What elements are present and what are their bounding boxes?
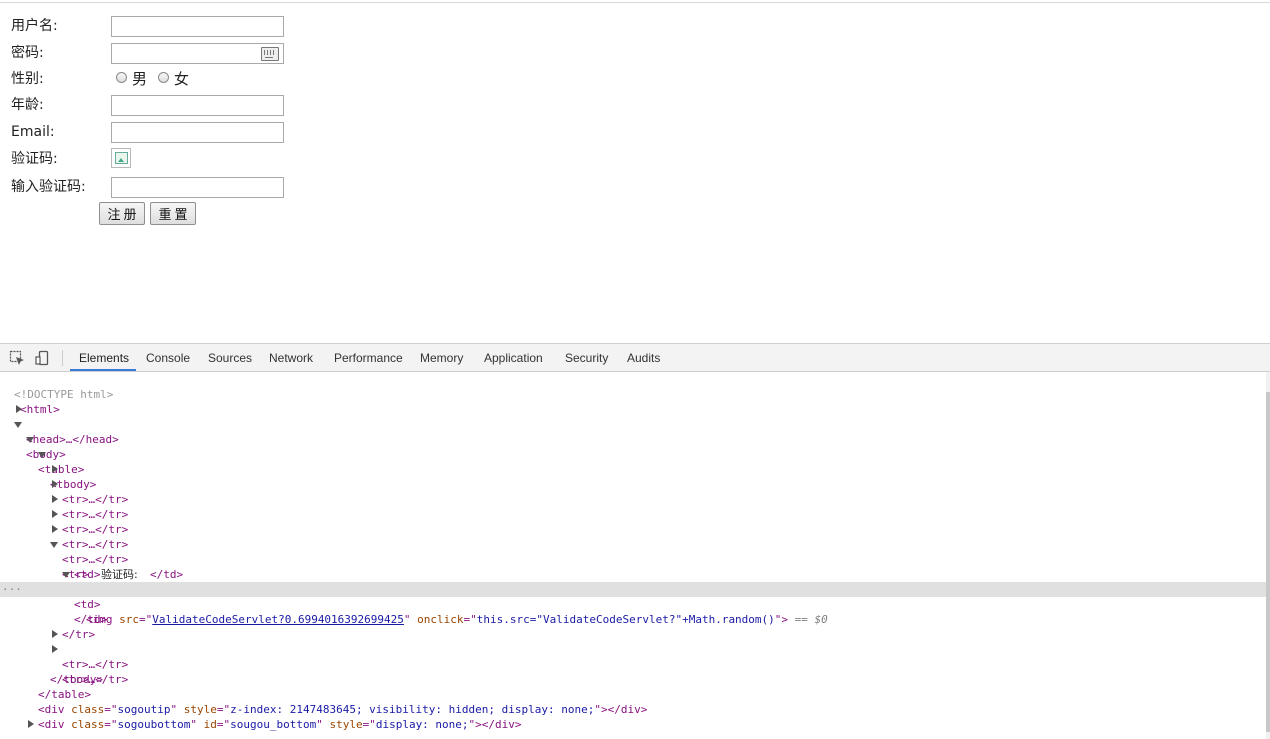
- tree-row-tr[interactable]: <tr>…</tr>: [0, 492, 1266, 536]
- tree-row-td-close[interactable]: </td>: [0, 597, 1266, 626]
- gender-male-radio[interactable]: [116, 72, 127, 83]
- keyboard-icon[interactable]: [261, 47, 279, 61]
- tree-row-tr[interactable]: <tr>…</tr>: [0, 462, 1266, 506]
- tab-audits[interactable]: Audits: [627, 351, 660, 365]
- device-toggle-icon[interactable]: [35, 350, 51, 366]
- tab-network[interactable]: Network: [269, 351, 313, 365]
- tree-row-html[interactable]: <html>: [0, 387, 1266, 416]
- tree-row-td-text[interactable]: <td> 验证码: </td>: [0, 552, 1266, 581]
- tab-security[interactable]: Security: [565, 351, 608, 365]
- captcha-input[interactable]: [111, 177, 284, 198]
- gender-label: 性别:: [11, 71, 44, 87]
- tree-row-div-ext-stophi[interactable]: <div id="ext_stophi" style="z-index: 214…: [0, 717, 1266, 732]
- toolbar-separator: [62, 350, 63, 366]
- age-input[interactable]: [111, 95, 284, 116]
- scrollbar-thumb[interactable]: [1266, 392, 1270, 732]
- more-options-icon[interactable]: ···: [2, 582, 22, 597]
- collapse-triangle-icon[interactable]: [50, 542, 58, 548]
- expand-triangle-icon[interactable]: [52, 480, 58, 488]
- tab-elements[interactable]: Elements: [79, 351, 129, 365]
- tree-row-tr-close[interactable]: </tr>: [0, 612, 1266, 641]
- tree-row-div-sogoubottom[interactable]: <div class="sogoubottom" id="sougou_bott…: [0, 702, 1266, 731]
- registration-form: 用户名: 密码: 性别: 男 女 年龄: Email: 验证码: 输入验证码: …: [0, 0, 400, 240]
- tree-row-tr[interactable]: <tr>…</tr>: [0, 522, 1266, 566]
- collapse-triangle-icon[interactable]: [62, 572, 70, 578]
- tab-memory[interactable]: Memory: [420, 351, 463, 365]
- elements-tree: <!DOCTYPE html> <html> <head>…</head> <b…: [0, 372, 1266, 739]
- username-label: 用户名:: [11, 18, 58, 34]
- captcha-label: 验证码:: [11, 151, 58, 167]
- expand-triangle-icon[interactable]: [52, 525, 58, 533]
- tree-row-tbody[interactable]: <tbody>: [0, 447, 1266, 491]
- collapse-triangle-icon[interactable]: [38, 452, 46, 458]
- expand-triangle-icon[interactable]: [52, 510, 58, 518]
- tree-row-table-close[interactable]: </table>: [0, 672, 1266, 701]
- tree-scrollbar[interactable]: [1266, 372, 1270, 739]
- register-button[interactable]: 注册: [99, 202, 145, 225]
- tree-row-tr-open[interactable]: <tr>: [0, 537, 1266, 581]
- gender-female-radio[interactable]: [158, 72, 169, 83]
- tree-row-img-selected[interactable]: ··· <img src="ValidateCodeServlet?0.6994…: [0, 582, 1266, 626]
- tree-row-head[interactable]: <head>…</head>: [0, 402, 1266, 446]
- captcha-image[interactable]: [111, 148, 131, 168]
- gender-female-text: 女: [174, 70, 190, 88]
- tree-row-tbody-close[interactable]: </tbody>: [0, 657, 1266, 686]
- expand-triangle-icon[interactable]: [28, 720, 34, 728]
- tree-row-tr[interactable]: <tr>…</tr>: [0, 507, 1266, 551]
- inspect-element-icon[interactable]: [9, 350, 25, 366]
- tree-row-tr[interactable]: <tr>…</tr>: [0, 627, 1266, 671]
- expand-triangle-icon[interactable]: [52, 645, 58, 653]
- collapse-triangle-icon[interactable]: [14, 422, 22, 428]
- collapse-triangle-icon[interactable]: [26, 437, 34, 443]
- email-label: Email:: [11, 124, 55, 140]
- devtools-toolbar: Elements Console Sources Network Perform…: [0, 344, 1270, 372]
- expand-triangle-icon[interactable]: [16, 405, 22, 413]
- reset-button[interactable]: 重置: [150, 202, 196, 225]
- username-input[interactable]: [111, 16, 284, 37]
- tree-row-div-sogoutip[interactable]: <div class="sogoutip" style="z-index: 21…: [0, 687, 1266, 716]
- age-label: 年龄:: [11, 97, 44, 113]
- tree-row-tr[interactable]: <tr>…</tr>: [0, 477, 1266, 521]
- active-tab-indicator: [70, 369, 136, 371]
- tree-row-td-open[interactable]: <td>: [0, 567, 1266, 611]
- email-input[interactable]: [111, 122, 284, 143]
- expand-triangle-icon[interactable]: [52, 495, 58, 503]
- tree-row-div-ext-overlay[interactable]: <div id="ext_overlay" class="ext_overlay…: [0, 732, 1266, 739]
- expand-triangle-icon[interactable]: [52, 465, 58, 473]
- password-input[interactable]: [111, 43, 284, 64]
- tab-console[interactable]: Console: [146, 351, 190, 365]
- tree-row-tr[interactable]: <tr>…</tr>: [0, 642, 1266, 686]
- broken-image-icon: [115, 152, 128, 164]
- password-label: 密码:: [11, 45, 44, 61]
- tab-application[interactable]: Application: [484, 351, 543, 365]
- tab-sources[interactable]: Sources: [208, 351, 252, 365]
- tree-row-body[interactable]: <body>: [0, 417, 1266, 461]
- captcha-input-label: 输入验证码:: [11, 179, 86, 195]
- tree-row-table[interactable]: <table>: [0, 432, 1266, 476]
- tree-row-doctype[interactable]: <!DOCTYPE html>: [0, 372, 1266, 401]
- tab-performance[interactable]: Performance: [334, 351, 403, 365]
- gender-male-text: 男: [132, 70, 148, 88]
- devtools-panel: Elements Console Sources Network Perform…: [0, 343, 1270, 739]
- expand-triangle-icon[interactable]: [52, 630, 58, 638]
